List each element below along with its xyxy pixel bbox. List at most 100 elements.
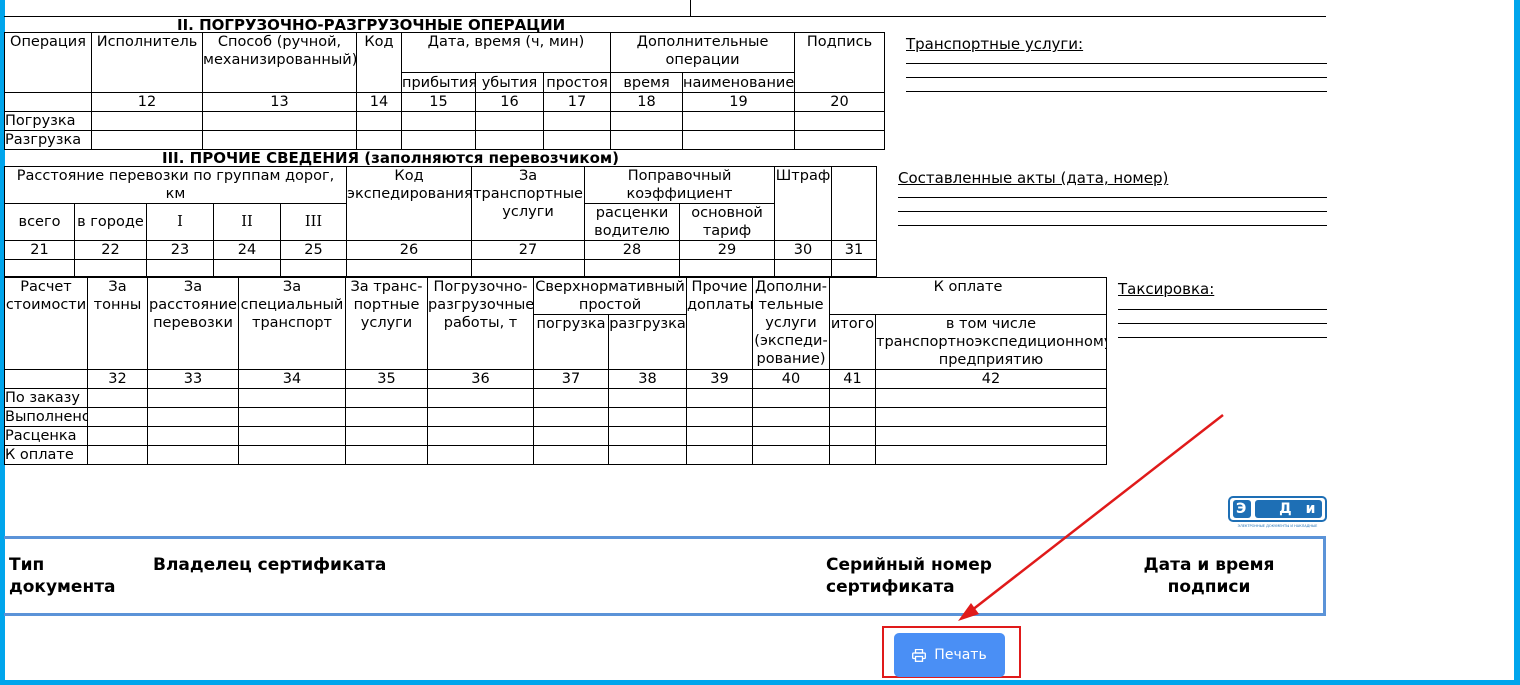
- num-cell: 17: [542, 92, 612, 112]
- col-tons: За тонны: [87, 277, 148, 370]
- row-label: Погрузка: [4, 111, 92, 131]
- num-cell: 35: [345, 369, 428, 389]
- col-departure: убытия: [475, 72, 544, 93]
- col-extra-ops: Дополнительные операции: [610, 32, 796, 73]
- col-pay-total: итого: [829, 314, 876, 370]
- number-row: 32 33 34 35 36 37 38 39 40 41 42: [4, 369, 1107, 389]
- col-driver-rates: расценки водителю: [584, 203, 681, 241]
- loading-operations-table: Операция Исполнитель Способ (ручной, мех…: [4, 32, 886, 150]
- col-time: время: [610, 72, 684, 93]
- top-divider-tick: [690, 0, 691, 16]
- num-cell: 38: [608, 369, 687, 389]
- table-row: По заказу: [4, 388, 1107, 408]
- num-cell: 15: [401, 92, 476, 112]
- table-row: Погрузка: [4, 111, 886, 131]
- num-cell: 18: [610, 92, 684, 112]
- other-info-table: Расстояние перевозки по группам дорог, к…: [3, 166, 878, 277]
- sig-doc-type: Тип документа: [9, 555, 116, 597]
- number-row: 21 22 23 24 25 26 27 28 29 30 31: [4, 240, 878, 260]
- print-button[interactable]: Печать: [894, 633, 1005, 677]
- num-cell: 22: [74, 240, 147, 260]
- col-excess-idle: Сверхнормативный простой: [533, 277, 687, 315]
- num-cell: 34: [238, 369, 346, 389]
- num-cell: 42: [875, 369, 1107, 389]
- side-line: [906, 77, 1327, 78]
- col-datetime: Дата, время (ч, мин): [400, 32, 612, 73]
- print-button-label: Печать: [934, 647, 987, 663]
- col-loading-works: Погрузочно-разгрузочные работы, т: [427, 277, 534, 370]
- num-cell: 21: [4, 240, 75, 260]
- num-cell: 36: [427, 369, 534, 389]
- col-code: Код: [356, 32, 402, 93]
- edin-logo-text: Э ДиН: [1236, 501, 1356, 517]
- side-line: [906, 63, 1327, 64]
- num-cell: 41: [829, 369, 876, 389]
- col-executor: Исполнитель: [91, 32, 203, 93]
- side-line: [1118, 323, 1327, 324]
- cost-calculation-table: Расчет стоимости За тонны За расстояние …: [4, 277, 1107, 465]
- col-pay-including: в том числе транспортноэкспедиционному п…: [875, 314, 1107, 370]
- row-label: Расценка: [4, 426, 88, 446]
- col-to-pay: К оплате: [829, 277, 1107, 315]
- num-cell: 31: [831, 240, 878, 260]
- col-special-transport: За специальный транспорт: [238, 277, 346, 370]
- side-line: [1118, 337, 1327, 338]
- col-loading: погрузка: [533, 314, 609, 370]
- col-other: Прочие доплаты: [686, 277, 753, 370]
- row-label: Выполнено: [4, 407, 88, 427]
- section3-title: III. ПРОЧИЕ СВЕДЕНИЯ (заполняются перево…: [162, 149, 620, 167]
- col-method: Способ (ручной, механизированный): [202, 32, 357, 93]
- num-cell: 19: [682, 92, 796, 112]
- col-distance: Расстояние перевозки по группам дорог, к…: [3, 166, 348, 204]
- col-transport-pay: За транс-портные услуги: [345, 277, 428, 370]
- col-total: всего: [4, 203, 75, 241]
- num-cell: 26: [346, 240, 473, 260]
- number-row: 12 13 14 15 16 17 18 19 20: [4, 92, 886, 112]
- sig-serial: Серийный номер сертификата: [826, 555, 992, 597]
- acts-label: Составленные акты (дата, номер): [898, 169, 1169, 187]
- col-arrival: прибытия: [401, 72, 476, 93]
- col-group-2: II: [213, 203, 281, 241]
- col-transport-services: За транспортные услуги: [471, 166, 586, 241]
- num-cell: 20: [794, 92, 886, 112]
- num-cell: 37: [533, 369, 609, 389]
- side-line: [906, 91, 1327, 92]
- num-cell: 13: [202, 92, 357, 112]
- col-distance-pay: За расстояние перевозки: [147, 277, 239, 370]
- row-label: Разгрузка: [4, 130, 92, 150]
- sig-owner: Владелец сертификата: [153, 555, 387, 575]
- num-cell: 40: [752, 369, 830, 389]
- col-group-3: III: [279, 203, 348, 241]
- table-row: К оплате: [4, 445, 1107, 465]
- edin-logo: Э ДиН ЭЛЕКТРОННЫЕ ДОКУМЕНТЫ И НАКЛАДНЫЕ: [1228, 496, 1341, 531]
- col-exp-code: Код экспедирования: [346, 166, 473, 241]
- col-coefficient: Поправочный коэффициент: [584, 166, 776, 204]
- signature-box: Тип документа Владелец сертификата Серий…: [4, 536, 1326, 616]
- sig-datetime: Дата и время подписи: [1143, 555, 1275, 597]
- table-row: Расценка: [4, 426, 1107, 446]
- num-cell: 33: [147, 369, 239, 389]
- row-label: По заказу: [4, 388, 88, 408]
- num-cell: 14: [356, 92, 402, 112]
- col-signature: Подпись: [794, 32, 886, 93]
- printer-icon: [912, 648, 927, 662]
- col-group-1: I: [146, 203, 214, 241]
- side-line: [898, 211, 1327, 212]
- col-main-tariff: основной тариф: [679, 203, 776, 241]
- num-cell: 30: [774, 240, 833, 260]
- num-cell: 12: [91, 92, 203, 112]
- num-cell: 29: [679, 240, 776, 260]
- num-cell: 32: [87, 369, 148, 389]
- num-cell: 24: [213, 240, 281, 260]
- num-cell: 27: [471, 240, 586, 260]
- col-unloading: разгрузка: [608, 314, 687, 370]
- col-idle: простоя: [542, 72, 612, 93]
- side-line: [898, 197, 1327, 198]
- transport-services-label: Транспортные услуги:: [906, 35, 1084, 53]
- col-name: наименование: [682, 72, 796, 93]
- table-row: Выполнено: [4, 407, 1107, 427]
- col-fine: Штраф: [774, 166, 833, 241]
- col-in-city: в городе: [74, 203, 147, 241]
- side-line: [898, 225, 1327, 226]
- num-cell: 39: [686, 369, 753, 389]
